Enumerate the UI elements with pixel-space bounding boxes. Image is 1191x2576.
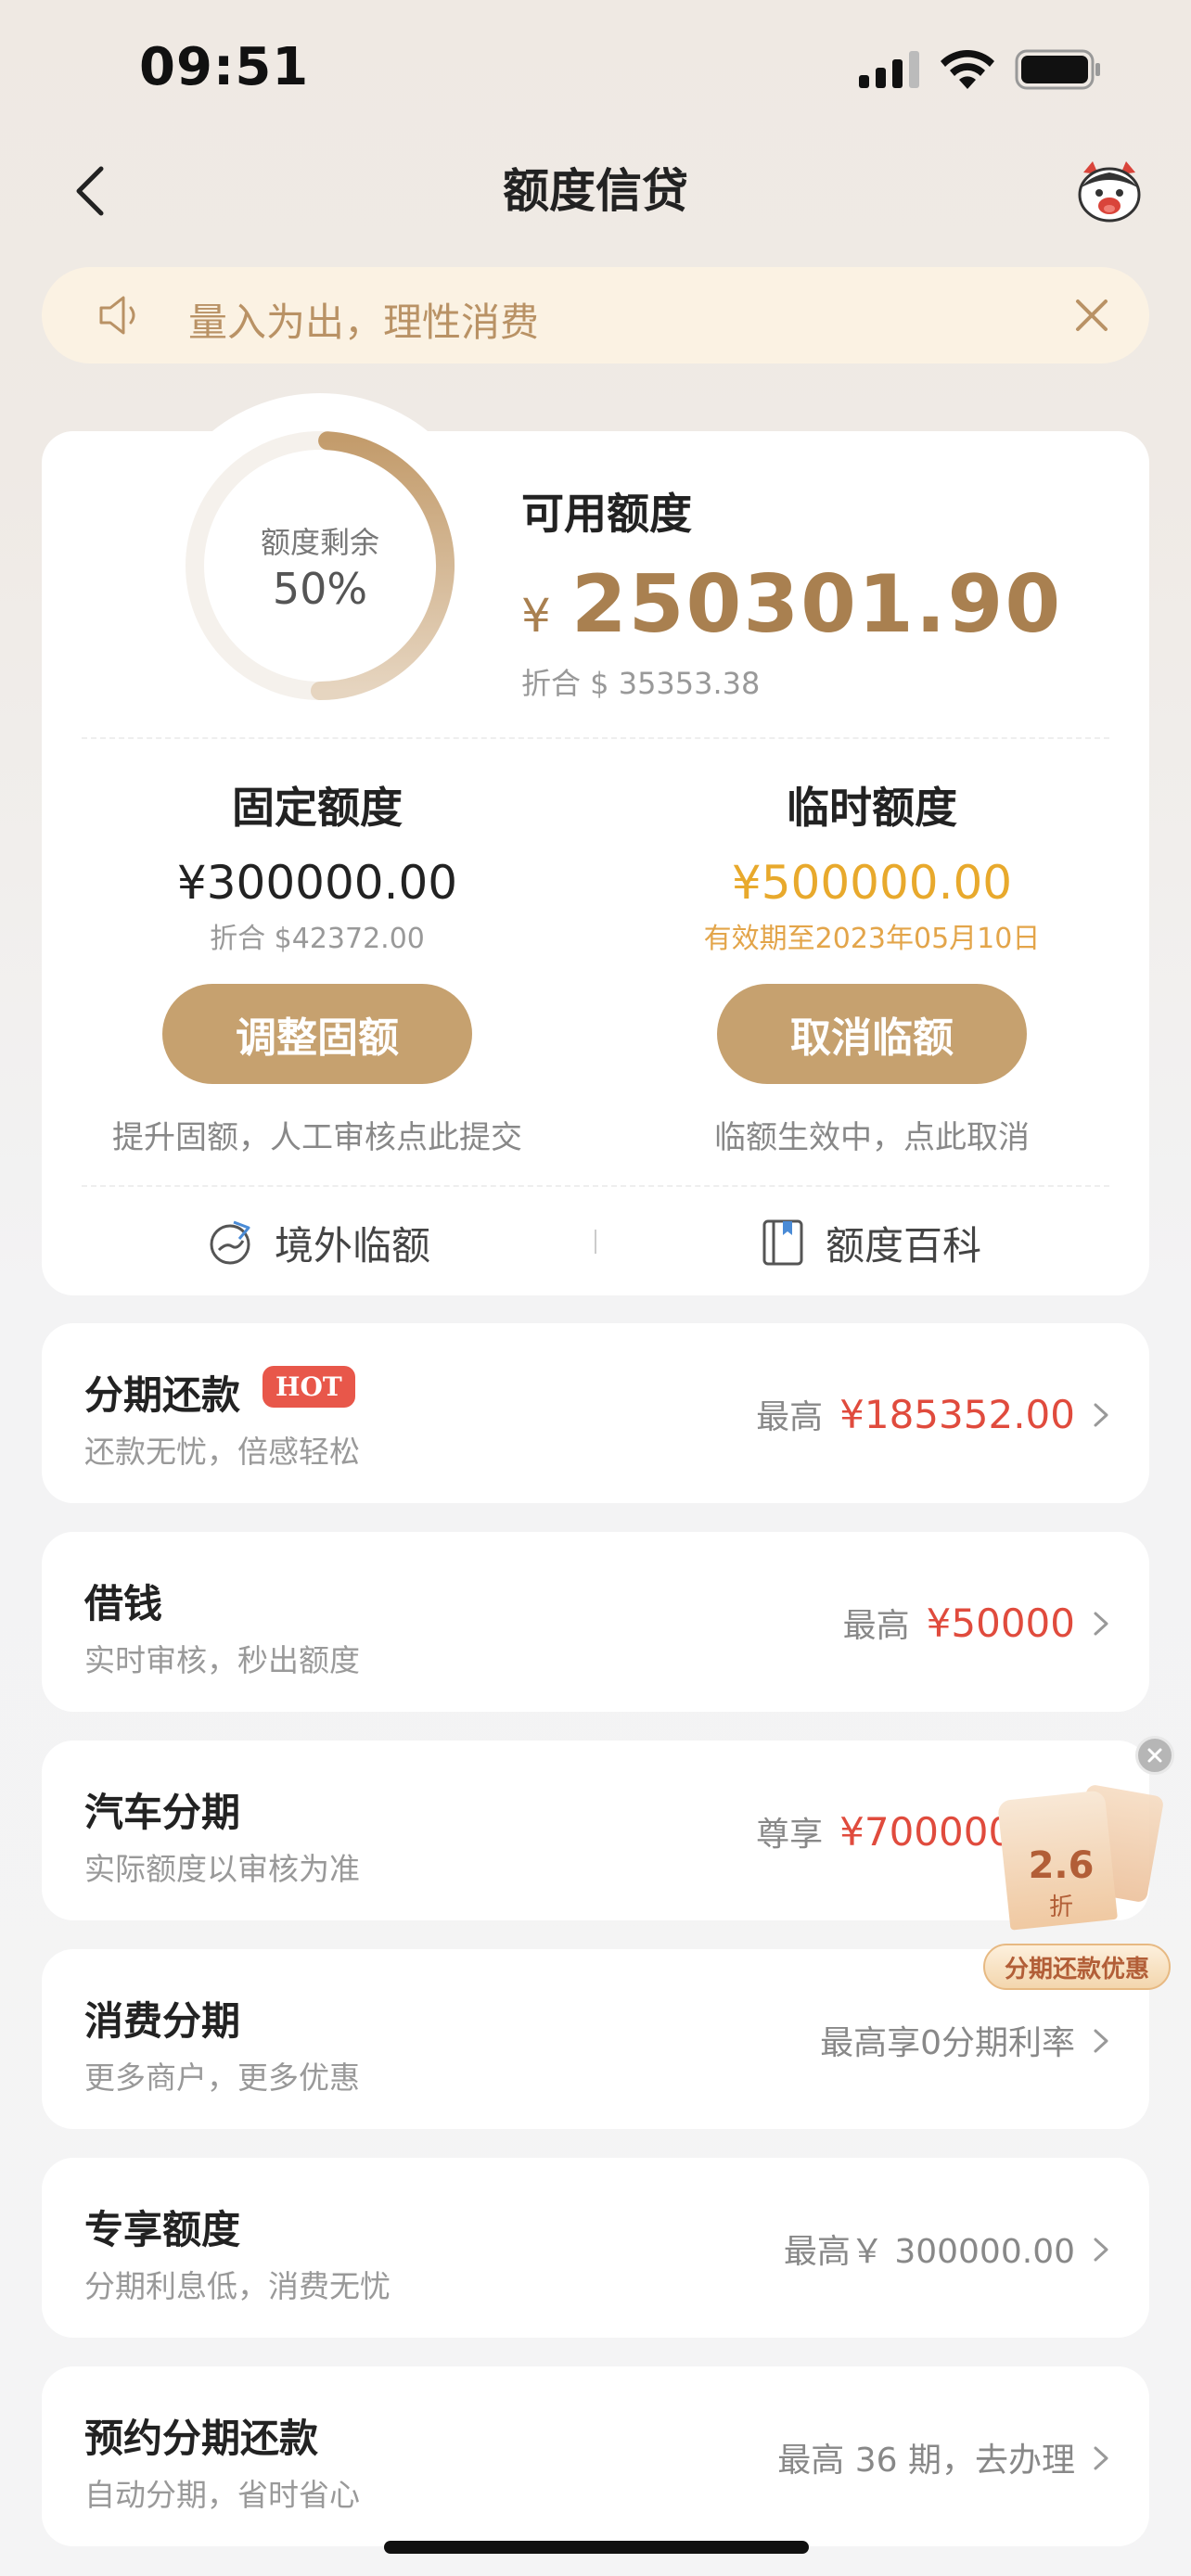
row-value-prefix: 最高 — [842, 1607, 910, 1645]
row-subtitle: 还款无忧，倍感轻松 — [84, 1434, 360, 1470]
home-indicator[interactable] — [384, 2541, 809, 2554]
close-icon — [1147, 1748, 1162, 1763]
row-value-prefix: 最高￥ 300000.00 — [783, 2233, 1075, 2271]
row-value-prefix: 尊享 — [756, 1816, 824, 1854]
nav-bar: 额度信贷 — [0, 139, 1191, 241]
hot-badge: HOT — [263, 1366, 355, 1408]
ring-value: 50% — [272, 564, 368, 614]
divider — [82, 1185, 1109, 1187]
temp-credit-validity: 有效期至2023年05月10日 — [703, 923, 1041, 955]
remaining-ring: 额度剩余 50% — [181, 427, 459, 705]
notice-close-button[interactable] — [1068, 291, 1116, 339]
row-subtitle: 实时审核，秒出额度 — [84, 1642, 360, 1678]
row-subtitle: 自动分期，省时省心 — [84, 2477, 360, 2513]
speaker-icon — [99, 296, 135, 335]
fixed-credit-hint[interactable]: 提升固额，人工审核点此提交 — [58, 1112, 577, 1157]
fixed-credit-section: 固定额度 ¥300000.00 折合 $42372.00 调整固额 提升固额，人… — [58, 774, 577, 1157]
temp-credit-hint[interactable]: 临额生效中，点此取消 — [612, 1112, 1132, 1157]
list-item-scheduled-installment[interactable]: 预约分期还款 自动分期，省时省心 最高 36 期，去办理 — [42, 2366, 1149, 2546]
list-item-installment-repay[interactable]: 分期还款 HOT 还款无忧，倍感轻松 最高 ¥185352.00 — [42, 1323, 1149, 1503]
row-value-prefix: 最高享0分期利率 — [820, 2024, 1075, 2062]
row-title: 预约分期还款 — [84, 2416, 319, 2461]
promo-label: 分期还款优惠 — [983, 1944, 1171, 1990]
overseas-temp-label: 境外临额 — [275, 1222, 431, 1269]
chevron-right-icon — [1094, 2446, 1108, 2470]
close-icon — [1076, 300, 1108, 331]
row-value: 最高享0分期利率 — [820, 2016, 1075, 2064]
temp-credit-amount: ¥500000.00 — [731, 856, 1013, 910]
cellular-signal-icon — [859, 51, 919, 88]
row-value-prefix: 最高 — [756, 1398, 824, 1436]
row-value-amount: ¥50000 — [926, 1600, 1075, 1646]
credit-wiki-link[interactable]: 额度百科 — [761, 1210, 981, 1275]
chevron-right-icon — [1094, 2238, 1108, 2262]
row-title: 分期还款 — [84, 1372, 241, 1418]
row-value-prefix: 最高 36 期，去办理 — [777, 2442, 1075, 2480]
book-icon — [762, 1219, 803, 1266]
status-bar: 09:51 — [0, 0, 1191, 139]
temp-credit-section: 临时额度 ¥500000.00 有效期至2023年05月10日 取消临额 临额生… — [612, 774, 1132, 1157]
row-subtitle: 分期利息低，消费无忧 — [84, 2268, 391, 2304]
row-title: 专享额度 — [84, 2207, 241, 2252]
row-value: 最高 ¥50000 — [843, 1599, 1075, 1647]
mascot-button[interactable] — [1074, 158, 1145, 228]
row-subtitle: 实际额度以审核为准 — [84, 1851, 360, 1887]
chevron-right-icon — [1094, 1612, 1108, 1636]
promo-discount-unit: 折 — [1048, 1894, 1073, 1921]
temp-credit-title: 临时额度 — [787, 783, 957, 833]
row-title: 借钱 — [84, 1581, 163, 1626]
fixed-credit-title: 固定额度 — [232, 783, 403, 833]
available-credit-value: 250301.90 — [570, 558, 1063, 651]
promo-close-button[interactable] — [1135, 1736, 1174, 1775]
wifi-icon — [941, 50, 994, 89]
available-credit-label: 可用额度 — [521, 489, 692, 539]
chevron-right-icon — [1094, 2029, 1108, 2053]
row-value-amount: ¥185352.00 — [839, 1392, 1075, 1437]
row-title: 消费分期 — [84, 1998, 241, 2044]
status-time: 09:51 — [139, 37, 310, 97]
cancel-temp-button[interactable]: 取消临额 — [717, 984, 1027, 1084]
row-value: 最高￥ 300000.00 — [784, 2225, 1075, 2273]
row-title: 汽车分期 — [84, 1790, 241, 1835]
fixed-credit-amount: ¥300000.00 — [176, 856, 458, 910]
page-title: 额度信贷 — [503, 164, 688, 218]
available-credit-amount: ¥ 250301.90 — [521, 558, 1062, 651]
promo-discount: 2.6 — [1028, 1844, 1095, 1887]
currency-symbol: ¥ — [521, 589, 551, 643]
link-divider — [595, 1230, 596, 1254]
available-credit-usd: 折合 $ 35353.38 — [521, 666, 761, 701]
list-item-exclusive-credit[interactable]: 专享额度 分期利息低，消费无忧 最高￥ 300000.00 — [42, 2158, 1149, 2338]
globe-plane-icon — [210, 1220, 250, 1265]
installment-promo-widget[interactable]: 2.6 折 分期还款优惠 — [976, 1762, 1180, 2003]
ring-label: 额度剩余 — [260, 525, 379, 560]
battery-icon — [1015, 49, 1100, 90]
overseas-temp-link[interactable]: 境外临额 — [206, 1210, 430, 1275]
credit-wiki-label: 额度百科 — [826, 1222, 982, 1269]
row-value: 最高 ¥185352.00 — [756, 1390, 1075, 1438]
mascot-icon — [1078, 161, 1141, 223]
fixed-credit-usd: 折合 $42372.00 — [210, 923, 425, 955]
adjust-fixed-button[interactable]: 调整固额 — [162, 984, 472, 1084]
divider — [82, 737, 1109, 739]
status-icons — [859, 48, 1102, 91]
chevron-right-icon — [1094, 1403, 1108, 1427]
notice-banner: 量入为出，理性消费 — [42, 267, 1149, 363]
row-value: 最高 36 期，去办理 — [777, 2433, 1075, 2481]
notice-text: 量入为出，理性消费 — [188, 300, 540, 345]
list-item-borrow[interactable]: 借钱 实时审核，秒出额度 最高 ¥50000 — [42, 1532, 1149, 1712]
row-subtitle: 更多商户，更多优惠 — [84, 2060, 360, 2096]
